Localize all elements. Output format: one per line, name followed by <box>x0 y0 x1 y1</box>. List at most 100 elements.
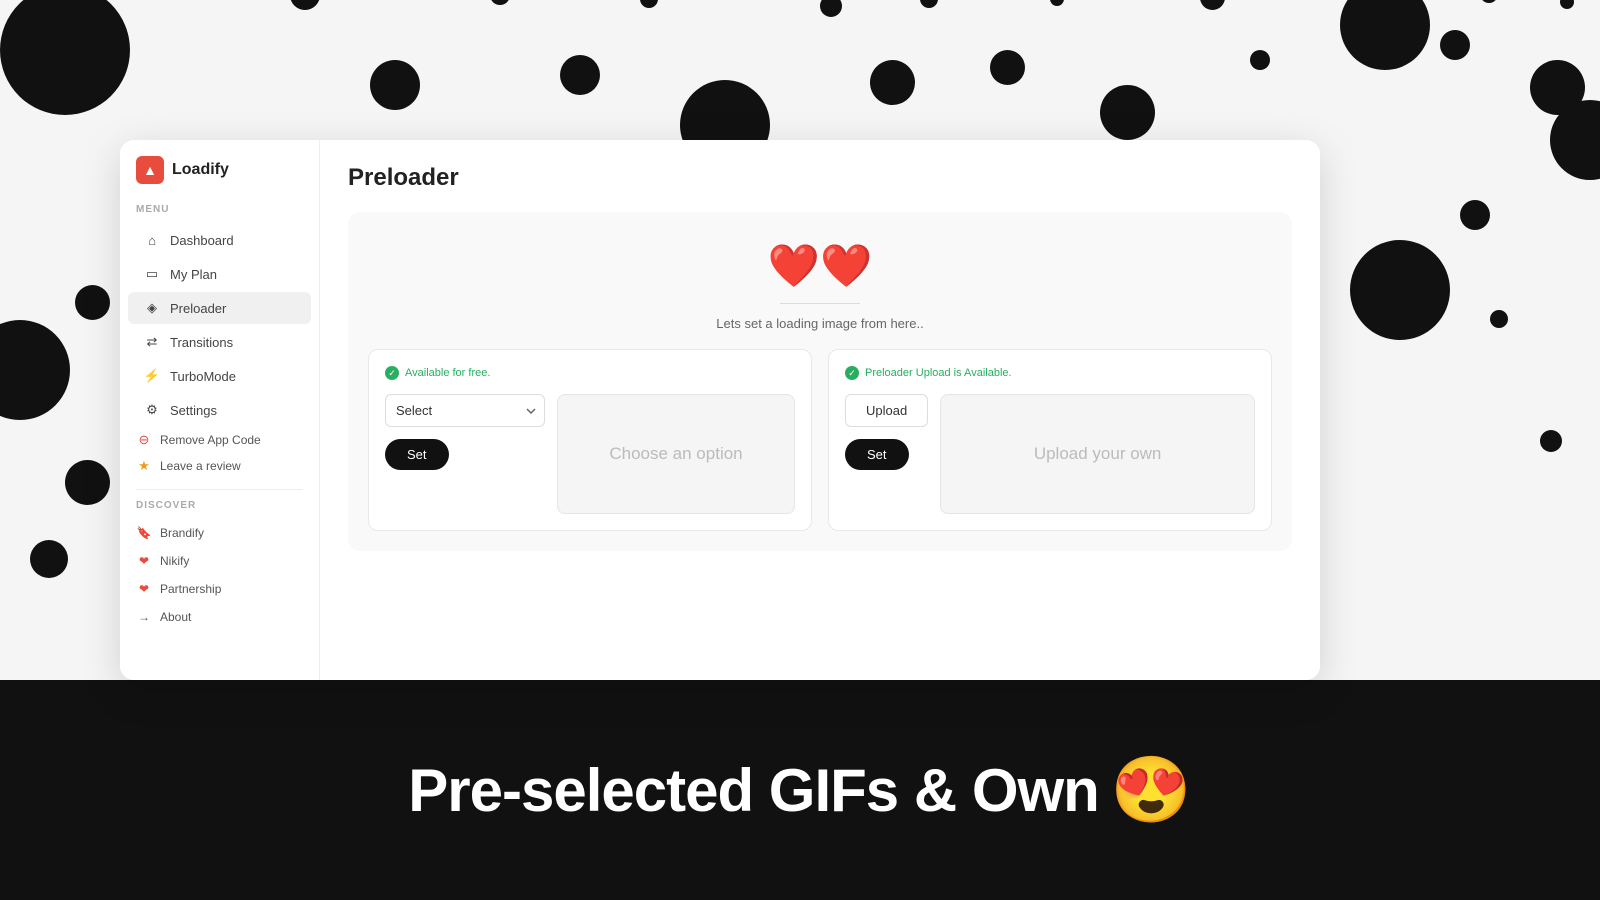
background-dot <box>370 60 420 110</box>
heart-area: ❤️❤️ <box>368 232 1272 297</box>
background-dot <box>1480 0 1498 3</box>
sidebar-item-transitions[interactable]: ⇄ Transitions <box>128 326 311 358</box>
logo-text: Loadify <box>172 161 229 179</box>
sidebar-item-label: Preloader <box>170 301 226 316</box>
background-dot <box>1440 30 1470 60</box>
background-dot <box>870 60 915 105</box>
background-dot <box>65 460 110 505</box>
turbomode-icon: ⚡ <box>144 368 160 384</box>
sidebar-item-preloader[interactable]: ◈ Preloader <box>128 292 311 324</box>
background-dot <box>1460 200 1490 230</box>
background-dot <box>820 0 842 17</box>
menu-label: MENU <box>120 204 319 223</box>
sidebar-item-settings[interactable]: ⚙ Settings <box>128 394 311 426</box>
bottom-bar-text: Pre-selected GIFs & Own <box>408 756 1099 825</box>
sidebar-item-label: My Plan <box>170 267 217 282</box>
background-dot <box>0 320 70 420</box>
upload-button[interactable]: Upload <box>845 394 928 427</box>
background-dot <box>920 0 938 8</box>
sidebar-item-label: Transitions <box>170 335 233 350</box>
free-preloader-card: ✓ Available for free. Select Option 1 Op… <box>368 349 812 531</box>
loading-text: Lets set a loading image from here.. <box>368 312 1272 331</box>
background-dot <box>1490 310 1508 328</box>
transitions-icon: ⇄ <box>144 334 160 350</box>
bottom-bar-emoji: 😍 <box>1111 752 1192 828</box>
page-title: Preloader <box>348 164 1292 192</box>
sidebar-item-partnership[interactable]: ❤ Partnership <box>120 575 319 603</box>
partnership-label: Partnership <box>160 582 221 596</box>
card-inner-right: Upload Set Upload your own <box>845 394 1255 514</box>
background-dot <box>560 55 600 95</box>
background-dot <box>0 0 130 115</box>
free-badge-text: Available for free. <box>405 367 490 379</box>
sidebar-item-label: TurboMode <box>170 369 236 384</box>
background-dot <box>990 50 1025 85</box>
background-dot <box>30 540 68 578</box>
dashboard-icon: ⌂ <box>144 232 160 248</box>
upload-badge: ✓ Preloader Upload is Available. <box>845 366 1255 380</box>
cards-row: ✓ Available for free. Select Option 1 Op… <box>368 349 1272 531</box>
nikify-label: Nikify <box>160 554 189 568</box>
preloader-area: ❤️❤️ Lets set a loading image from here.… <box>348 212 1292 551</box>
remove-app-code-label: Remove App Code <box>160 433 261 447</box>
divider <box>136 489 303 490</box>
preloader-icon: ◈ <box>144 300 160 316</box>
remove-icon: ⊖ <box>136 432 152 448</box>
gif-preview-right: Upload your own <box>940 394 1255 514</box>
settings-icon: ⚙ <box>144 402 160 418</box>
background-dot <box>290 0 320 10</box>
background-dot <box>1250 50 1270 70</box>
set-button-right[interactable]: Set <box>845 439 909 470</box>
sidebar-item-dashboard[interactable]: ⌂ Dashboard <box>128 224 311 256</box>
background-dot <box>1100 85 1155 140</box>
discover-label: Discover <box>120 500 319 519</box>
background-dot <box>1350 240 1450 340</box>
star-icon: ★ <box>136 458 152 474</box>
bottom-bar: Pre-selected GIFs & Own 😍 <box>0 680 1600 900</box>
sidebar-item-my-plan[interactable]: ▭ My Plan <box>128 258 311 290</box>
logo-area: ▲ Loadify <box>120 156 319 204</box>
background-dot <box>1540 430 1562 452</box>
nikify-icon: ❤ <box>136 553 152 569</box>
preview-text-right: Upload your own <box>1034 444 1162 464</box>
card-inner-left: Select Option 1 Option 2 Set Choose an o… <box>385 394 795 514</box>
background-dot <box>1560 0 1574 9</box>
background-dot <box>1200 0 1225 10</box>
main-content: Preloader ❤️❤️ Lets set a loading image … <box>320 140 1320 680</box>
about-label: About <box>160 610 191 624</box>
sidebar-item-about[interactable]: → About <box>120 603 319 631</box>
background-dot <box>640 0 658 8</box>
free-badge: ✓ Available for free. <box>385 366 795 380</box>
card-controls-left: Select Option 1 Option 2 Set <box>385 394 545 470</box>
upload-area: Upload Set <box>845 394 928 470</box>
sidebar: ▲ Loadify MENU ⌂ Dashboard ▭ My Plan ◈ P… <box>120 140 320 680</box>
brandify-icon: 🔖 <box>136 525 152 541</box>
sidebar-item-brandify[interactable]: 🔖 Brandify <box>120 519 319 547</box>
background-dot <box>1340 0 1430 70</box>
background-dot <box>75 285 110 320</box>
gif-preview-left: Choose an option <box>557 394 795 514</box>
sidebar-item-label: Settings <box>170 403 217 418</box>
leave-review-label: Leave a review <box>160 459 241 473</box>
heart-emoji: ❤️❤️ <box>768 242 873 289</box>
my-plan-icon: ▭ <box>144 266 160 282</box>
brandify-label: Brandify <box>160 526 204 540</box>
leave-review-item[interactable]: ★ Leave a review <box>120 453 319 479</box>
preview-text-left: Choose an option <box>609 444 742 464</box>
upload-badge-text: Preloader Upload is Available. <box>865 367 1012 379</box>
background-dot <box>490 0 510 5</box>
remove-app-code-item[interactable]: ⊖ Remove App Code <box>120 427 319 453</box>
sidebar-item-nikify[interactable]: ❤ Nikify <box>120 547 319 575</box>
sidebar-item-turbomode[interactable]: ⚡ TurboMode <box>128 360 311 392</box>
about-icon: → <box>136 609 152 625</box>
logo-icon: ▲ <box>136 156 164 184</box>
gif-select[interactable]: Select Option 1 Option 2 <box>385 394 545 427</box>
check-icon: ✓ <box>385 366 399 380</box>
app-window: ▲ Loadify MENU ⌂ Dashboard ▭ My Plan ◈ P… <box>120 140 1320 680</box>
partnership-icon: ❤ <box>136 581 152 597</box>
upload-preloader-card: ✓ Preloader Upload is Available. Upload … <box>828 349 1272 531</box>
sidebar-item-label: Dashboard <box>170 233 234 248</box>
check-icon-upload: ✓ <box>845 366 859 380</box>
set-button-left[interactable]: Set <box>385 439 449 470</box>
background-dot <box>1050 0 1064 6</box>
